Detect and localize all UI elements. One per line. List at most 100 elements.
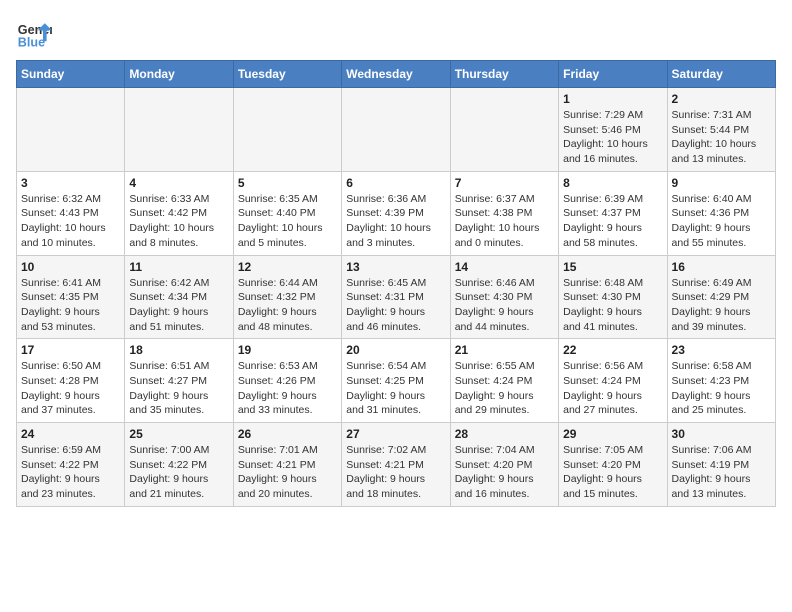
calendar-cell: 25 Sunrise: 7:00 AM Sunset: 4:22 PM Dayli… xyxy=(125,423,233,507)
day-number: 27 xyxy=(346,427,445,441)
logo: General Blue xyxy=(16,16,52,52)
day-info: Sunrise: 6:53 AM Sunset: 4:26 PM Dayligh… xyxy=(238,359,337,418)
day-number: 14 xyxy=(455,260,554,274)
day-number: 30 xyxy=(672,427,771,441)
calendar-cell: 18 Sunrise: 6:51 AM Sunset: 4:27 PM Dayli… xyxy=(125,339,233,423)
calendar-cell: 24 Sunrise: 6:59 AM Sunset: 4:22 PM Dayli… xyxy=(17,423,125,507)
day-info: Sunrise: 7:31 AM Sunset: 5:44 PM Dayligh… xyxy=(672,108,771,167)
day-info: Sunrise: 6:50 AM Sunset: 4:28 PM Dayligh… xyxy=(21,359,120,418)
calendar-cell: 27 Sunrise: 7:02 AM Sunset: 4:21 PM Dayli… xyxy=(342,423,450,507)
calendar-week-row: 3 Sunrise: 6:32 AM Sunset: 4:43 PM Daylig… xyxy=(17,171,776,255)
day-number: 6 xyxy=(346,176,445,190)
calendar-cell: 28 Sunrise: 7:04 AM Sunset: 4:20 PM Dayli… xyxy=(450,423,558,507)
calendar-cell xyxy=(17,88,125,172)
day-number: 20 xyxy=(346,343,445,357)
calendar-cell: 20 Sunrise: 6:54 AM Sunset: 4:25 PM Dayli… xyxy=(342,339,450,423)
day-number: 16 xyxy=(672,260,771,274)
day-info: Sunrise: 7:29 AM Sunset: 5:46 PM Dayligh… xyxy=(563,108,662,167)
day-info: Sunrise: 6:49 AM Sunset: 4:29 PM Dayligh… xyxy=(672,276,771,335)
calendar-cell: 22Sunrise: 6:56 AM Sunset: 4:24 PM Dayli… xyxy=(559,339,667,423)
day-info: Sunrise: 6:51 AM Sunset: 4:27 PM Dayligh… xyxy=(129,359,228,418)
calendar-cell: 6 Sunrise: 6:36 AM Sunset: 4:39 PM Daylig… xyxy=(342,171,450,255)
weekday-header: Saturday xyxy=(667,61,775,88)
day-info: Sunrise: 6:40 AM Sunset: 4:36 PM Dayligh… xyxy=(672,192,771,251)
svg-text:Blue: Blue xyxy=(18,36,45,50)
day-number: 23 xyxy=(672,343,771,357)
day-info: Sunrise: 6:55 AM Sunset: 4:24 PM Dayligh… xyxy=(455,359,554,418)
calendar-cell: 12 Sunrise: 6:44 AM Sunset: 4:32 PM Dayli… xyxy=(233,255,341,339)
weekday-header: Thursday xyxy=(450,61,558,88)
calendar-cell: 19 Sunrise: 6:53 AM Sunset: 4:26 PM Dayli… xyxy=(233,339,341,423)
day-number: 21 xyxy=(455,343,554,357)
day-info: Sunrise: 6:59 AM Sunset: 4:22 PM Dayligh… xyxy=(21,443,120,502)
calendar-week-row: 17 Sunrise: 6:50 AM Sunset: 4:28 PM Dayli… xyxy=(17,339,776,423)
calendar-cell: 14 Sunrise: 6:46 AM Sunset: 4:30 PM Dayli… xyxy=(450,255,558,339)
calendar-cell: 4 Sunrise: 6:33 AM Sunset: 4:42 PM Daylig… xyxy=(125,171,233,255)
weekday-header: Tuesday xyxy=(233,61,341,88)
day-number: 28 xyxy=(455,427,554,441)
day-number: 22 xyxy=(563,343,662,357)
calendar-cell: 17 Sunrise: 6:50 AM Sunset: 4:28 PM Dayli… xyxy=(17,339,125,423)
day-number: 15 xyxy=(563,260,662,274)
day-number: 25 xyxy=(129,427,228,441)
calendar-cell: 26 Sunrise: 7:01 AM Sunset: 4:21 PM Dayli… xyxy=(233,423,341,507)
day-info: Sunrise: 6:35 AM Sunset: 4:40 PM Dayligh… xyxy=(238,192,337,251)
day-number: 29 xyxy=(563,427,662,441)
day-number: 9 xyxy=(672,176,771,190)
day-number: 10 xyxy=(21,260,120,274)
day-number: 3 xyxy=(21,176,120,190)
day-info: Sunrise: 6:37 AM Sunset: 4:38 PM Dayligh… xyxy=(455,192,554,251)
day-info: Sunrise: 6:33 AM Sunset: 4:42 PM Dayligh… xyxy=(129,192,228,251)
calendar-cell xyxy=(342,88,450,172)
calendar-cell xyxy=(233,88,341,172)
day-info: Sunrise: 6:32 AM Sunset: 4:43 PM Dayligh… xyxy=(21,192,120,251)
day-info: Sunrise: 7:00 AM Sunset: 4:22 PM Dayligh… xyxy=(129,443,228,502)
day-number: 7 xyxy=(455,176,554,190)
day-info: Sunrise: 6:44 AM Sunset: 4:32 PM Dayligh… xyxy=(238,276,337,335)
day-number: 11 xyxy=(129,260,228,274)
calendar-cell: 21 Sunrise: 6:55 AM Sunset: 4:24 PM Dayli… xyxy=(450,339,558,423)
day-info: Sunrise: 6:48 AM Sunset: 4:30 PM Dayligh… xyxy=(563,276,662,335)
weekday-header: Sunday xyxy=(17,61,125,88)
page-container: General Blue SundayMondayTuesdayWednesda… xyxy=(0,0,792,517)
day-number: 2 xyxy=(672,92,771,106)
calendar-cell: 30 Sunrise: 7:06 AM Sunset: 4:19 PM Dayli… xyxy=(667,423,775,507)
weekday-header: Monday xyxy=(125,61,233,88)
day-info: Sunrise: 7:04 AM Sunset: 4:20 PM Dayligh… xyxy=(455,443,554,502)
calendar-cell: 29Sunrise: 7:05 AM Sunset: 4:20 PM Dayli… xyxy=(559,423,667,507)
logo-icon: General Blue xyxy=(16,16,52,52)
day-number: 12 xyxy=(238,260,337,274)
header: General Blue xyxy=(16,16,776,52)
day-info: Sunrise: 6:39 AM Sunset: 4:37 PM Dayligh… xyxy=(563,192,662,251)
day-number: 17 xyxy=(21,343,120,357)
day-info: Sunrise: 7:06 AM Sunset: 4:19 PM Dayligh… xyxy=(672,443,771,502)
calendar-week-row: 10Sunrise: 6:41 AM Sunset: 4:35 PM Dayli… xyxy=(17,255,776,339)
calendar-cell: 8 Sunrise: 6:39 AM Sunset: 4:37 PM Daylig… xyxy=(559,171,667,255)
day-info: Sunrise: 7:01 AM Sunset: 4:21 PM Dayligh… xyxy=(238,443,337,502)
calendar-cell: 7 Sunrise: 6:37 AM Sunset: 4:38 PM Daylig… xyxy=(450,171,558,255)
calendar-week-row: 1 Sunrise: 7:29 AM Sunset: 5:46 PM Daylig… xyxy=(17,88,776,172)
weekday-header: Wednesday xyxy=(342,61,450,88)
calendar-cell xyxy=(450,88,558,172)
day-number: 8 xyxy=(563,176,662,190)
day-number: 19 xyxy=(238,343,337,357)
calendar-cell: 3 Sunrise: 6:32 AM Sunset: 4:43 PM Daylig… xyxy=(17,171,125,255)
calendar-cell: 10Sunrise: 6:41 AM Sunset: 4:35 PM Dayli… xyxy=(17,255,125,339)
calendar-table: SundayMondayTuesdayWednesdayThursdayFrid… xyxy=(16,60,776,507)
day-info: Sunrise: 6:46 AM Sunset: 4:30 PM Dayligh… xyxy=(455,276,554,335)
day-number: 4 xyxy=(129,176,228,190)
day-number: 18 xyxy=(129,343,228,357)
calendar-cell: 1 Sunrise: 7:29 AM Sunset: 5:46 PM Daylig… xyxy=(559,88,667,172)
day-number: 24 xyxy=(21,427,120,441)
calendar-cell: 5Sunrise: 6:35 AM Sunset: 4:40 PM Daylig… xyxy=(233,171,341,255)
calendar-cell: 9 Sunrise: 6:40 AM Sunset: 4:36 PM Daylig… xyxy=(667,171,775,255)
day-number: 26 xyxy=(238,427,337,441)
day-info: Sunrise: 6:58 AM Sunset: 4:23 PM Dayligh… xyxy=(672,359,771,418)
calendar-cell: 15 Sunrise: 6:48 AM Sunset: 4:30 PM Dayli… xyxy=(559,255,667,339)
day-number: 13 xyxy=(346,260,445,274)
calendar-cell: 13Sunrise: 6:45 AM Sunset: 4:31 PM Dayli… xyxy=(342,255,450,339)
day-info: Sunrise: 7:02 AM Sunset: 4:21 PM Dayligh… xyxy=(346,443,445,502)
day-info: Sunrise: 6:54 AM Sunset: 4:25 PM Dayligh… xyxy=(346,359,445,418)
day-number: 1 xyxy=(563,92,662,106)
day-info: Sunrise: 6:36 AM Sunset: 4:39 PM Dayligh… xyxy=(346,192,445,251)
